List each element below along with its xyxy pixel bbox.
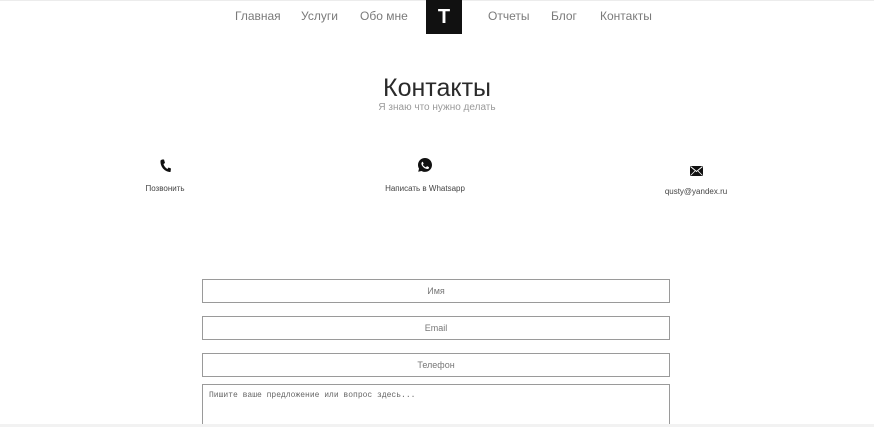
contact-email-label: qusty@yandex.ru <box>664 187 728 196</box>
nav-item-services[interactable]: Услуги <box>301 9 338 23</box>
page-title: Контакты <box>383 74 491 102</box>
nav-item-home[interactable]: Главная <box>235 9 281 23</box>
contact-call[interactable]: Позвонить <box>85 159 245 194</box>
contact-whatsapp-label: Написать в Whatsapp <box>385 184 465 193</box>
phone-input[interactable] <box>202 353 670 377</box>
logo[interactable]: Т <box>426 0 462 34</box>
name-input[interactable] <box>202 279 670 303</box>
nav-item-about[interactable]: Обо мне <box>360 9 408 23</box>
message-textarea[interactable] <box>202 384 670 427</box>
phone-icon <box>85 159 245 178</box>
contact-whatsapp[interactable]: Написать в Whatsapp <box>345 157 505 194</box>
contact-call-label: Позвонить <box>145 184 185 193</box>
whatsapp-icon <box>345 157 505 178</box>
nav-item-contacts[interactable]: Контакты <box>600 9 652 23</box>
page-subtitle: Я знаю что нужно делать <box>378 102 496 113</box>
main-nav: Главная Услуги Обо мне Т Отчеты Блог Кон… <box>0 0 874 34</box>
nav-item-reports[interactable]: Отчеты <box>488 9 529 23</box>
contacts-page: Главная Услуги Обо мне Т Отчеты Блог Кон… <box>0 0 874 427</box>
email-input[interactable] <box>202 316 670 340</box>
mail-icon <box>616 163 776 181</box>
nav-item-blog[interactable]: Блог <box>551 9 577 23</box>
contact-email[interactable]: qusty@yandex.ru <box>616 163 776 197</box>
